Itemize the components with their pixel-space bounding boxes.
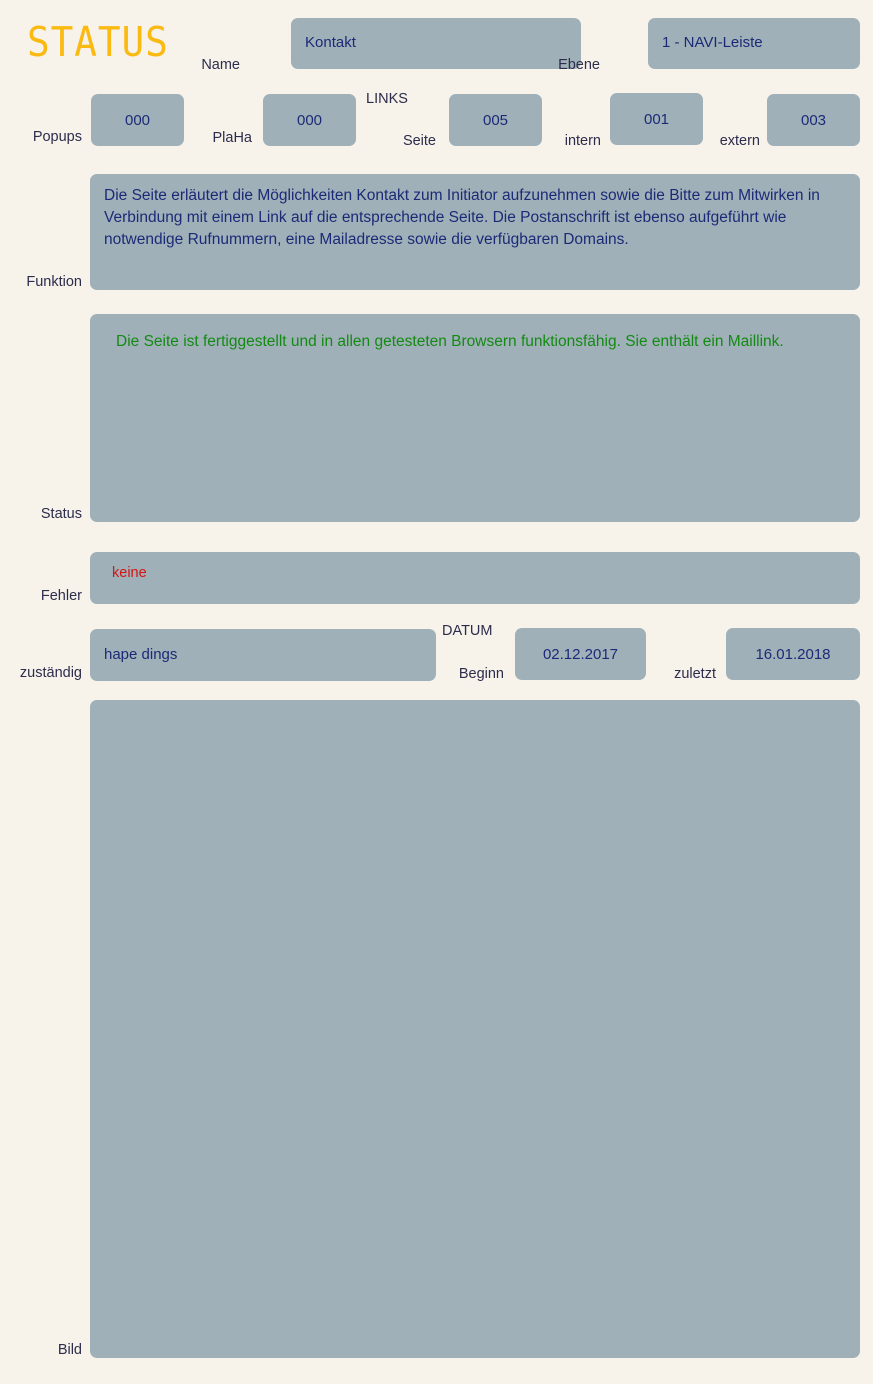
fehler-field-value: keine <box>112 565 147 581</box>
funktion-field-value: Die Seite erläutert die Möglichkeiten Ko… <box>104 187 820 248</box>
name-field[interactable]: Kontakt <box>291 18 581 69</box>
zuletzt-field[interactable]: 16.01.2018 <box>726 628 860 680</box>
intern-field[interactable]: 001 <box>610 93 703 145</box>
ebene-field[interactable]: 1 - NAVI-Leiste <box>648 18 860 69</box>
beginn-field-value: 02.12.2017 <box>542 646 619 663</box>
zuletzt-field-value: 16.01.2018 <box>755 646 831 663</box>
status-sheet: STATUS Name Kontakt Ebene 1 - NAVI-Leist… <box>0 0 873 1384</box>
beginn-field[interactable]: 02.12.2017 <box>515 628 646 680</box>
beginn-field-label: Beginn <box>458 666 504 682</box>
plaha-field[interactable]: 000 <box>263 94 356 146</box>
ebene-field-label: Ebene <box>558 57 600 73</box>
zuletzt-field-label: zuletzt <box>674 666 716 682</box>
name-field-label: Name <box>201 57 240 73</box>
zustaendig-field-label: zuständig <box>19 665 82 681</box>
status-field-value: Die Seite ist fertiggestellt und in alle… <box>116 333 784 350</box>
zustaendig-field-value: hape dings <box>104 646 178 663</box>
seite-field-value: 005 <box>482 112 509 129</box>
plaha-field-label: PlaHa <box>212 130 253 146</box>
intern-field-value: 001 <box>643 111 670 128</box>
status-field-label: Status <box>40 506 82 522</box>
popups-field[interactable]: 000 <box>91 94 184 146</box>
popups-field-label: Popups <box>32 129 82 145</box>
name-field-value: Kontakt <box>305 34 356 51</box>
fehler-field-label: Fehler <box>40 588 82 604</box>
fehler-field[interactable]: keine <box>90 552 860 604</box>
popups-field-value: 000 <box>124 112 151 129</box>
seite-field-label: Seite <box>402 133 436 149</box>
links-group-label: LINKS <box>366 91 408 107</box>
ebene-field-value: 1 - NAVI-Leiste <box>662 34 763 51</box>
intern-field-label: intern <box>564 133 601 149</box>
plaha-field-value: 000 <box>296 112 323 129</box>
seite-field[interactable]: 005 <box>449 94 542 146</box>
bild-field[interactable] <box>90 700 860 1358</box>
datum-group-label: DATUM <box>442 623 493 639</box>
extern-field-label: extern <box>719 133 760 149</box>
status-field[interactable]: Die Seite ist fertiggestellt und in alle… <box>90 314 860 522</box>
extern-field-value: 003 <box>800 112 827 129</box>
zustaendig-field[interactable]: hape dings <box>90 629 436 681</box>
funktion-field-label: Funktion <box>26 274 82 290</box>
extern-field[interactable]: 003 <box>767 94 860 146</box>
bild-field-label: Bild <box>57 1342 82 1358</box>
page-title: STATUS <box>27 18 169 66</box>
funktion-field[interactable]: Die Seite erläutert die Möglichkeiten Ko… <box>90 174 860 290</box>
